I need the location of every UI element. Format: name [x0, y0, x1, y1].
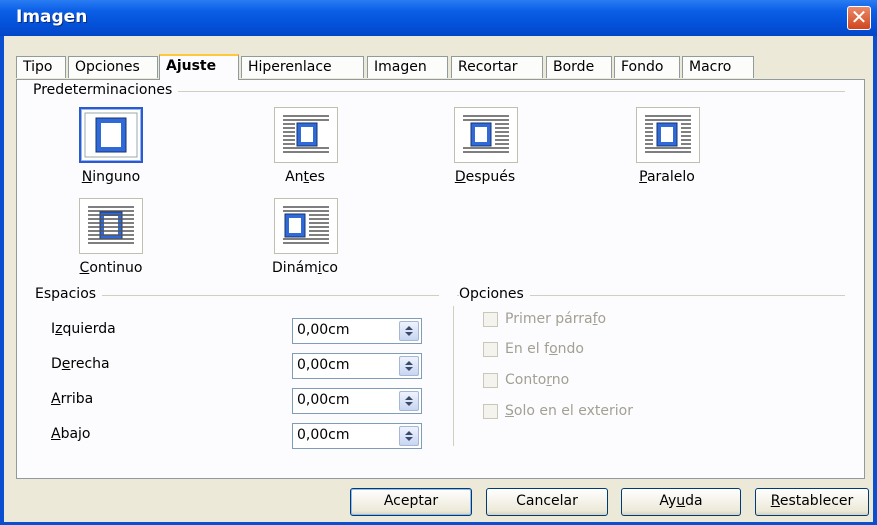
spin-updown-icon [405, 361, 413, 371]
preset-continuo-label: Continuo [79, 260, 143, 276]
preset-paralelo-button[interactable] [636, 107, 700, 163]
ok-button[interactable]: Aceptar [350, 488, 472, 516]
help-button[interactable]: Ayuda [621, 488, 741, 516]
preset-continuo-button[interactable] [79, 198, 143, 254]
spacing-left-spin-button[interactable] [399, 321, 419, 341]
preset-dinamico-button[interactable] [274, 198, 338, 254]
wrap-optimal-icon [280, 203, 332, 249]
option-solo-exterior-label: Solo en el exterior [505, 403, 633, 419]
option-en-el-fondo-label: En el fondo [505, 341, 584, 357]
tab-tipo[interactable]: Tipo [16, 56, 66, 78]
tab-panel-ajuste: Predeterminaciones Ninguno Antes Después… [16, 79, 865, 479]
spacing-bottom-input[interactable] [297, 427, 387, 443]
spacing-left-label: Izquierda [51, 321, 116, 337]
options-group-label: Opciones [459, 286, 530, 302]
spacing-bottom-field[interactable] [292, 423, 422, 449]
tab-opciones[interactable]: Opciones [68, 56, 158, 78]
spin-updown-icon [405, 431, 413, 441]
wrap-through-icon [85, 203, 137, 249]
spacing-right-input[interactable] [297, 357, 387, 373]
preset-paralelo-label: Paralelo [639, 169, 695, 185]
dialog-window: Imagen ✕ Tipo Opciones Ajuste Hiperenlac… [0, 0, 877, 525]
window-title: Imagen [16, 7, 88, 27]
spacing-top-field[interactable] [292, 388, 422, 414]
tab-imagen[interactable]: Imagen [367, 56, 448, 78]
preset-dinamico-label: Dinámico [272, 260, 338, 276]
option-contorno-label: Contorno [505, 372, 570, 388]
spacing-group-label: Espacios [35, 286, 103, 302]
wrap-none-icon [84, 112, 138, 158]
title-bar: Imagen ✕ [0, 0, 877, 36]
wrap-after-icon [460, 112, 512, 158]
spacing-top-spin-button[interactable] [399, 391, 419, 411]
wrap-before-icon [280, 112, 332, 158]
preset-antes-button[interactable] [274, 107, 338, 163]
option-contorno-checkbox[interactable] [483, 373, 498, 388]
spacing-bottom-spin-button[interactable] [399, 426, 419, 446]
preset-ninguno-label: Ninguno [81, 169, 141, 185]
close-icon: ✕ [850, 5, 868, 29]
tab-ajuste[interactable]: Ajuste [159, 54, 239, 80]
spacing-right-field[interactable] [292, 353, 422, 379]
spin-updown-icon [405, 396, 413, 406]
tab-borde[interactable]: Borde [546, 56, 612, 78]
close-button[interactable]: ✕ [847, 5, 871, 30]
spacing-top-input[interactable] [297, 392, 387, 408]
tab-hiperenlace[interactable]: Hiperenlace [241, 56, 364, 78]
reset-button[interactable]: Restablecer [755, 488, 869, 516]
cancel-button[interactable]: Cancelar [486, 488, 608, 516]
spacing-left-field[interactable] [292, 318, 422, 344]
wrap-parallel-icon [642, 112, 694, 158]
preset-despues-button[interactable] [454, 107, 518, 163]
tab-macro[interactable]: Macro [682, 56, 754, 78]
option-primer-parrafo-label: Primer párrafo [505, 311, 607, 327]
tab-recortar[interactable]: Recortar [451, 56, 543, 78]
spacing-right-label: Derecha [51, 356, 110, 372]
option-solo-exterior-checkbox[interactable] [483, 404, 498, 419]
presets-group-label: Predeterminaciones [33, 82, 179, 98]
preset-antes-label: Antes [285, 169, 325, 185]
spacing-bottom-label: Abajo [51, 426, 91, 442]
preset-ninguno-button[interactable] [79, 107, 143, 163]
dialog-body: Tipo Opciones Ajuste Hiperenlace Imagen … [4, 36, 873, 522]
spacing-right-spin-button[interactable] [399, 356, 419, 376]
option-en-el-fondo-checkbox[interactable] [483, 342, 498, 357]
spacing-top-label: Arriba [51, 391, 94, 407]
options-vertical-separator [453, 306, 454, 446]
spin-updown-icon [405, 326, 413, 336]
spacing-left-input[interactable] [297, 322, 387, 338]
preset-despues-label: Después [454, 169, 516, 185]
tab-fondo[interactable]: Fondo [614, 56, 680, 78]
option-primer-parrafo-checkbox[interactable] [483, 312, 498, 327]
